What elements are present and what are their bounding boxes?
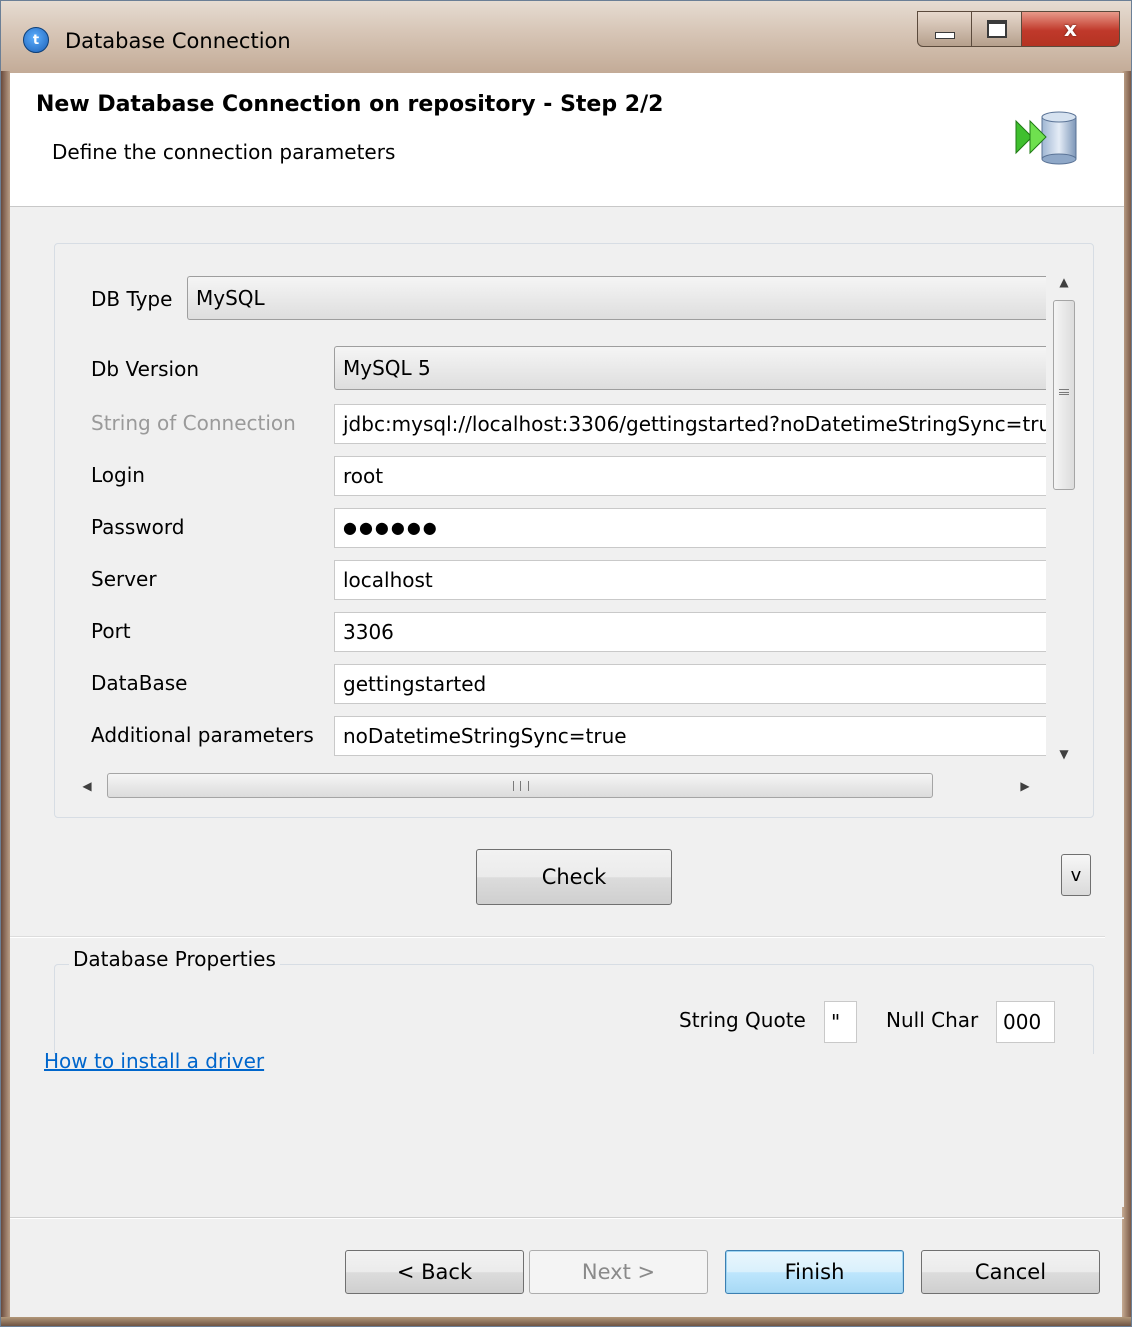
connection-string-field[interactable]: jdbc:mysql://localhost:3306/gettingstart… bbox=[334, 404, 1046, 444]
string-quote-label: String Quote bbox=[679, 1008, 806, 1032]
db-version-label: Db Version bbox=[91, 357, 199, 381]
vertical-scroll-thumb[interactable] bbox=[1053, 300, 1075, 490]
port-label: Port bbox=[91, 619, 131, 643]
scroll-grip-icon bbox=[513, 781, 529, 791]
form-scroll-viewport: DB Type MySQL Db Version MySQL 5 String … bbox=[69, 268, 1046, 768]
title-bar[interactable]: t Database Connection x bbox=[1, 1, 1131, 73]
db-version-select[interactable]: MySQL 5 bbox=[334, 346, 1046, 390]
section-separator bbox=[10, 936, 1105, 938]
string-quote-field[interactable]: " bbox=[824, 1001, 857, 1043]
install-driver-link[interactable]: How to install a driver bbox=[44, 1049, 264, 1073]
additional-parameters-label: Additional parameters bbox=[91, 723, 314, 747]
null-char-label: Null Char bbox=[886, 1008, 979, 1032]
login-label: Login bbox=[91, 463, 145, 487]
wizard-subtitle: Define the connection parameters bbox=[52, 140, 396, 164]
scroll-up-arrow-icon[interactable]: ▲ bbox=[1048, 268, 1080, 296]
toggle-details-button[interactable]: v bbox=[1061, 854, 1091, 896]
close-button[interactable]: x bbox=[1022, 11, 1120, 47]
database-connection-window: t Database Connection x New Database Con… bbox=[0, 0, 1132, 1327]
database-arrow-icon bbox=[1015, 111, 1077, 165]
database-properties-group: Database Properties String Quote " Null … bbox=[54, 947, 1094, 1054]
check-button[interactable]: Check bbox=[476, 849, 672, 905]
window-title: Database Connection bbox=[65, 29, 291, 53]
window-frame-left bbox=[1, 71, 10, 1326]
null-char-field[interactable]: 000 bbox=[996, 1001, 1055, 1043]
maximize-button[interactable] bbox=[972, 11, 1022, 47]
wizard-title: New Database Connection on repository - … bbox=[36, 92, 664, 117]
cancel-button[interactable]: Cancel bbox=[921, 1250, 1100, 1294]
connection-form-panel: DB Type MySQL Db Version MySQL 5 String … bbox=[54, 243, 1094, 818]
server-field[interactable]: localhost bbox=[334, 560, 1046, 600]
vertical-scrollbar[interactable]: ▲ ▼ bbox=[1048, 268, 1080, 768]
login-field[interactable]: root bbox=[334, 456, 1046, 496]
password-label: Password bbox=[91, 515, 185, 539]
scroll-down-arrow-icon[interactable]: ▼ bbox=[1048, 740, 1080, 768]
scroll-right-arrow-icon[interactable]: ▶ bbox=[1011, 768, 1039, 804]
database-properties-title: Database Properties bbox=[69, 947, 280, 971]
horizontal-scroll-thumb[interactable] bbox=[107, 773, 933, 798]
additional-parameters-field[interactable]: noDatetimeStringSync=true bbox=[334, 716, 1046, 756]
footer-separator bbox=[10, 1217, 1124, 1219]
scroll-left-arrow-icon[interactable]: ◀ bbox=[73, 768, 101, 804]
maximize-icon bbox=[986, 20, 1007, 38]
next-button[interactable]: Next > bbox=[529, 1250, 708, 1294]
close-icon: x bbox=[1064, 17, 1077, 41]
database-label: DataBase bbox=[91, 671, 188, 695]
window-frame-bottom bbox=[1, 1317, 1131, 1326]
wizard-content: DB Type MySQL Db Version MySQL 5 String … bbox=[10, 207, 1124, 1294]
db-type-select[interactable]: MySQL bbox=[187, 276, 1046, 320]
talend-app-icon: t bbox=[23, 27, 49, 53]
server-label: Server bbox=[91, 567, 157, 591]
horizontal-scrollbar[interactable]: ◀ ▶ bbox=[69, 768, 1046, 804]
port-field[interactable]: 3306 bbox=[334, 612, 1046, 652]
finish-button[interactable]: Finish bbox=[725, 1250, 904, 1294]
wizard-header: New Database Connection on repository - … bbox=[10, 73, 1124, 207]
password-field[interactable]: ●●●●●● bbox=[334, 508, 1046, 548]
scroll-grip-icon bbox=[1059, 389, 1069, 395]
db-type-label: DB Type bbox=[91, 287, 173, 311]
back-button[interactable]: < Back bbox=[345, 1250, 524, 1294]
database-field[interactable]: gettingstarted bbox=[334, 664, 1046, 704]
minimize-icon bbox=[934, 31, 955, 39]
minimize-button[interactable] bbox=[917, 11, 972, 47]
connection-string-label: String of Connection bbox=[91, 411, 296, 435]
